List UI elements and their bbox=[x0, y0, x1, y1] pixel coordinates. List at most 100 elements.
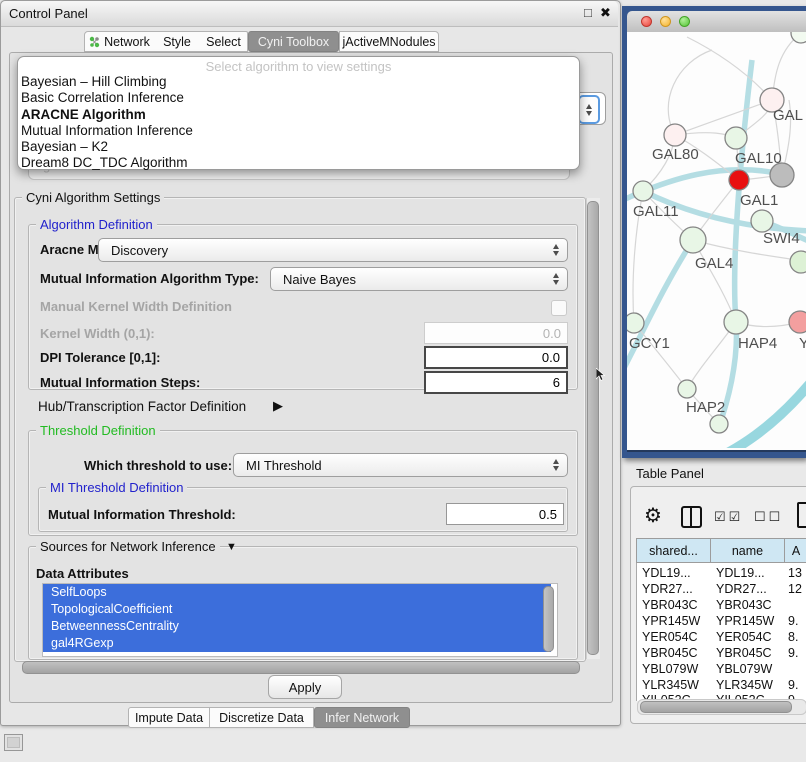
select-all-checks-icon[interactable]: ☑☑ bbox=[714, 509, 743, 525]
network-icon bbox=[89, 36, 100, 48]
node-gcy1[interactable] bbox=[627, 313, 644, 333]
apply-button[interactable]: Apply bbox=[268, 675, 342, 699]
algorithm-option-selected[interactable]: ARACNE Algorithm bbox=[21, 107, 579, 123]
cell: YER054C bbox=[716, 630, 772, 644]
node-gal10[interactable] bbox=[725, 127, 747, 149]
manual-kernel-width-checkbox[interactable] bbox=[551, 300, 567, 316]
kernel-width-input[interactable] bbox=[424, 322, 568, 344]
algorithm-option[interactable]: Bayesian – Hill Climbing bbox=[21, 74, 579, 90]
tab-impute-data[interactable]: Impute Data bbox=[128, 707, 210, 728]
gear-icon[interactable]: ⚙ bbox=[644, 503, 662, 528]
node[interactable] bbox=[710, 415, 728, 433]
mi-steps-input[interactable] bbox=[424, 371, 568, 394]
collapsed-arrow-icon[interactable]: ▶ bbox=[273, 398, 283, 414]
hub-tf-definition-toggle[interactable]: Hub/Transcription Factor Definition bbox=[38, 399, 246, 414]
dpi-tolerance-input[interactable] bbox=[424, 346, 568, 369]
column-header-name[interactable]: name bbox=[710, 538, 785, 563]
deselect-all-checks-icon[interactable]: ☐☐ bbox=[754, 509, 783, 525]
table-hscrollbar-thumb[interactable] bbox=[640, 701, 792, 713]
mi-algorithm-type-combo[interactable]: Naive Bayes bbox=[270, 267, 568, 291]
kernel-width-label: Kernel Width (0,1): bbox=[40, 326, 155, 341]
expanded-arrow-icon[interactable]: ▼ bbox=[226, 541, 237, 553]
node[interactable] bbox=[791, 32, 806, 43]
tab-style[interactable]: Style bbox=[154, 31, 201, 52]
node-gal4[interactable] bbox=[680, 227, 706, 253]
table-row[interactable]: YLR345W YLR345W 9. bbox=[636, 678, 806, 694]
list-vscrollbar-thumb[interactable] bbox=[543, 586, 554, 652]
zoom-traffic-light[interactable] bbox=[679, 16, 690, 27]
cell: 9. bbox=[788, 614, 798, 628]
tab-select[interactable]: Select bbox=[200, 31, 248, 52]
window-title: Control Panel bbox=[9, 6, 88, 21]
which-threshold-label: Which threshold to use: bbox=[84, 458, 232, 473]
cell: YBR045C bbox=[716, 646, 772, 660]
table-row[interactable]: YBR045C YBR045C 9. bbox=[636, 646, 806, 662]
control-panel-titlebar[interactable]: Control Panel □ ✖ bbox=[1, 1, 618, 27]
cell: YDR27... bbox=[642, 582, 693, 596]
settings-hscrollbar-thumb[interactable] bbox=[22, 661, 580, 674]
table-row[interactable]: YDL19... YDL19... 13 bbox=[636, 566, 806, 582]
algorithm-option[interactable]: Mutual Information Inference bbox=[21, 123, 579, 139]
tab-cyni-toolbox[interactable]: Cyni Toolbox bbox=[248, 31, 339, 52]
table-row[interactable]: YER054C YER054C 8. bbox=[636, 630, 806, 646]
cell: 9. bbox=[788, 646, 798, 660]
cell: 8. bbox=[788, 630, 798, 644]
float-panel-icon[interactable] bbox=[4, 734, 23, 751]
cell: YBR043C bbox=[716, 598, 772, 612]
tab-label: Style bbox=[163, 35, 191, 49]
node[interactable] bbox=[790, 251, 806, 273]
node-hap4[interactable] bbox=[724, 310, 748, 334]
cell: YER054C bbox=[642, 630, 698, 644]
table-panel-title: Table Panel bbox=[636, 466, 704, 481]
combo-arrow-button-focused[interactable] bbox=[578, 95, 600, 124]
float-window-icon[interactable]: □ bbox=[584, 5, 592, 20]
table-row[interactable]: YPR145W YPR145W 9. bbox=[636, 614, 806, 630]
node-salmon[interactable] bbox=[789, 311, 806, 333]
aracne-mode-combo[interactable]: Discovery bbox=[98, 238, 568, 262]
tab-infer-network[interactable]: Infer Network bbox=[314, 707, 410, 728]
tab-label: Infer Network bbox=[325, 711, 399, 725]
close-icon[interactable]: ✖ bbox=[600, 5, 611, 21]
table-row[interactable]: YDR27... YDR27... 12 bbox=[636, 582, 806, 598]
table-row[interactable]: YBL079W YBL079W bbox=[636, 662, 806, 678]
tab-jactivemnodules[interactable]: jActiveMNodules bbox=[339, 31, 439, 52]
node-hap2[interactable] bbox=[678, 380, 696, 398]
list-item[interactable]: SelfLoops bbox=[43, 584, 551, 601]
tab-label: Select bbox=[206, 35, 241, 49]
column-header-shared-name[interactable]: shared... bbox=[636, 538, 711, 563]
stepper-arrows-icon bbox=[553, 273, 559, 285]
node-gal11[interactable] bbox=[633, 181, 653, 201]
node-gal80[interactable] bbox=[664, 124, 686, 146]
cell: YBL079W bbox=[642, 662, 698, 676]
node-gal1-selected[interactable] bbox=[729, 170, 749, 190]
sources-title[interactable]: Sources for Network Inference bbox=[36, 539, 220, 554]
network-window-titlebar[interactable] bbox=[627, 11, 806, 33]
network-canvas[interactable]: GAL GAL80 GAL10 GAL1 GAL11 SWI4 GAL4 GCY… bbox=[627, 32, 806, 452]
list-item[interactable]: TopologicalCoefficient bbox=[43, 601, 551, 618]
settings-vscrollbar-thumb[interactable] bbox=[587, 201, 599, 655]
which-threshold-combo[interactable]: MI Threshold bbox=[233, 453, 568, 477]
algorithm-option[interactable]: Bayesian – K2 bbox=[21, 139, 579, 155]
mouse-cursor bbox=[596, 368, 606, 382]
algorithm-option[interactable]: Basic Correlation Inference bbox=[21, 90, 579, 106]
list-item[interactable]: gal4RGexp bbox=[43, 635, 551, 652]
close-traffic-light[interactable] bbox=[641, 16, 652, 27]
node-label: GAL11 bbox=[633, 203, 679, 220]
table-row[interactable]: YBR043C YBR043C bbox=[636, 598, 806, 614]
node-label: GAL80 bbox=[652, 146, 699, 163]
split-columns-icon[interactable] bbox=[681, 506, 702, 528]
algorithm-option[interactable]: Dream8 DC_TDC Algorithm bbox=[21, 155, 579, 171]
minimize-traffic-light[interactable] bbox=[660, 16, 671, 27]
tab-discretize-data[interactable]: Discretize Data bbox=[210, 707, 314, 728]
algorithm-definition-title: Algorithm Definition bbox=[36, 217, 157, 232]
mi-threshold-input[interactable] bbox=[446, 503, 564, 525]
mi-algorithm-type-label: Mutual Information Algorithm Type: bbox=[40, 271, 259, 286]
cell: YBL079W bbox=[716, 662, 772, 676]
column-header-cut[interactable]: A bbox=[784, 538, 806, 563]
cell: 12 bbox=[788, 582, 802, 596]
new-table-icon[interactable] bbox=[797, 502, 806, 528]
node-swi4[interactable] bbox=[751, 210, 773, 232]
list-item[interactable]: BetweennessCentrality bbox=[43, 618, 551, 635]
network-view-window: GAL GAL80 GAL10 GAL1 GAL11 SWI4 GAL4 GCY… bbox=[622, 6, 806, 458]
tab-network[interactable]: Network bbox=[84, 31, 155, 52]
